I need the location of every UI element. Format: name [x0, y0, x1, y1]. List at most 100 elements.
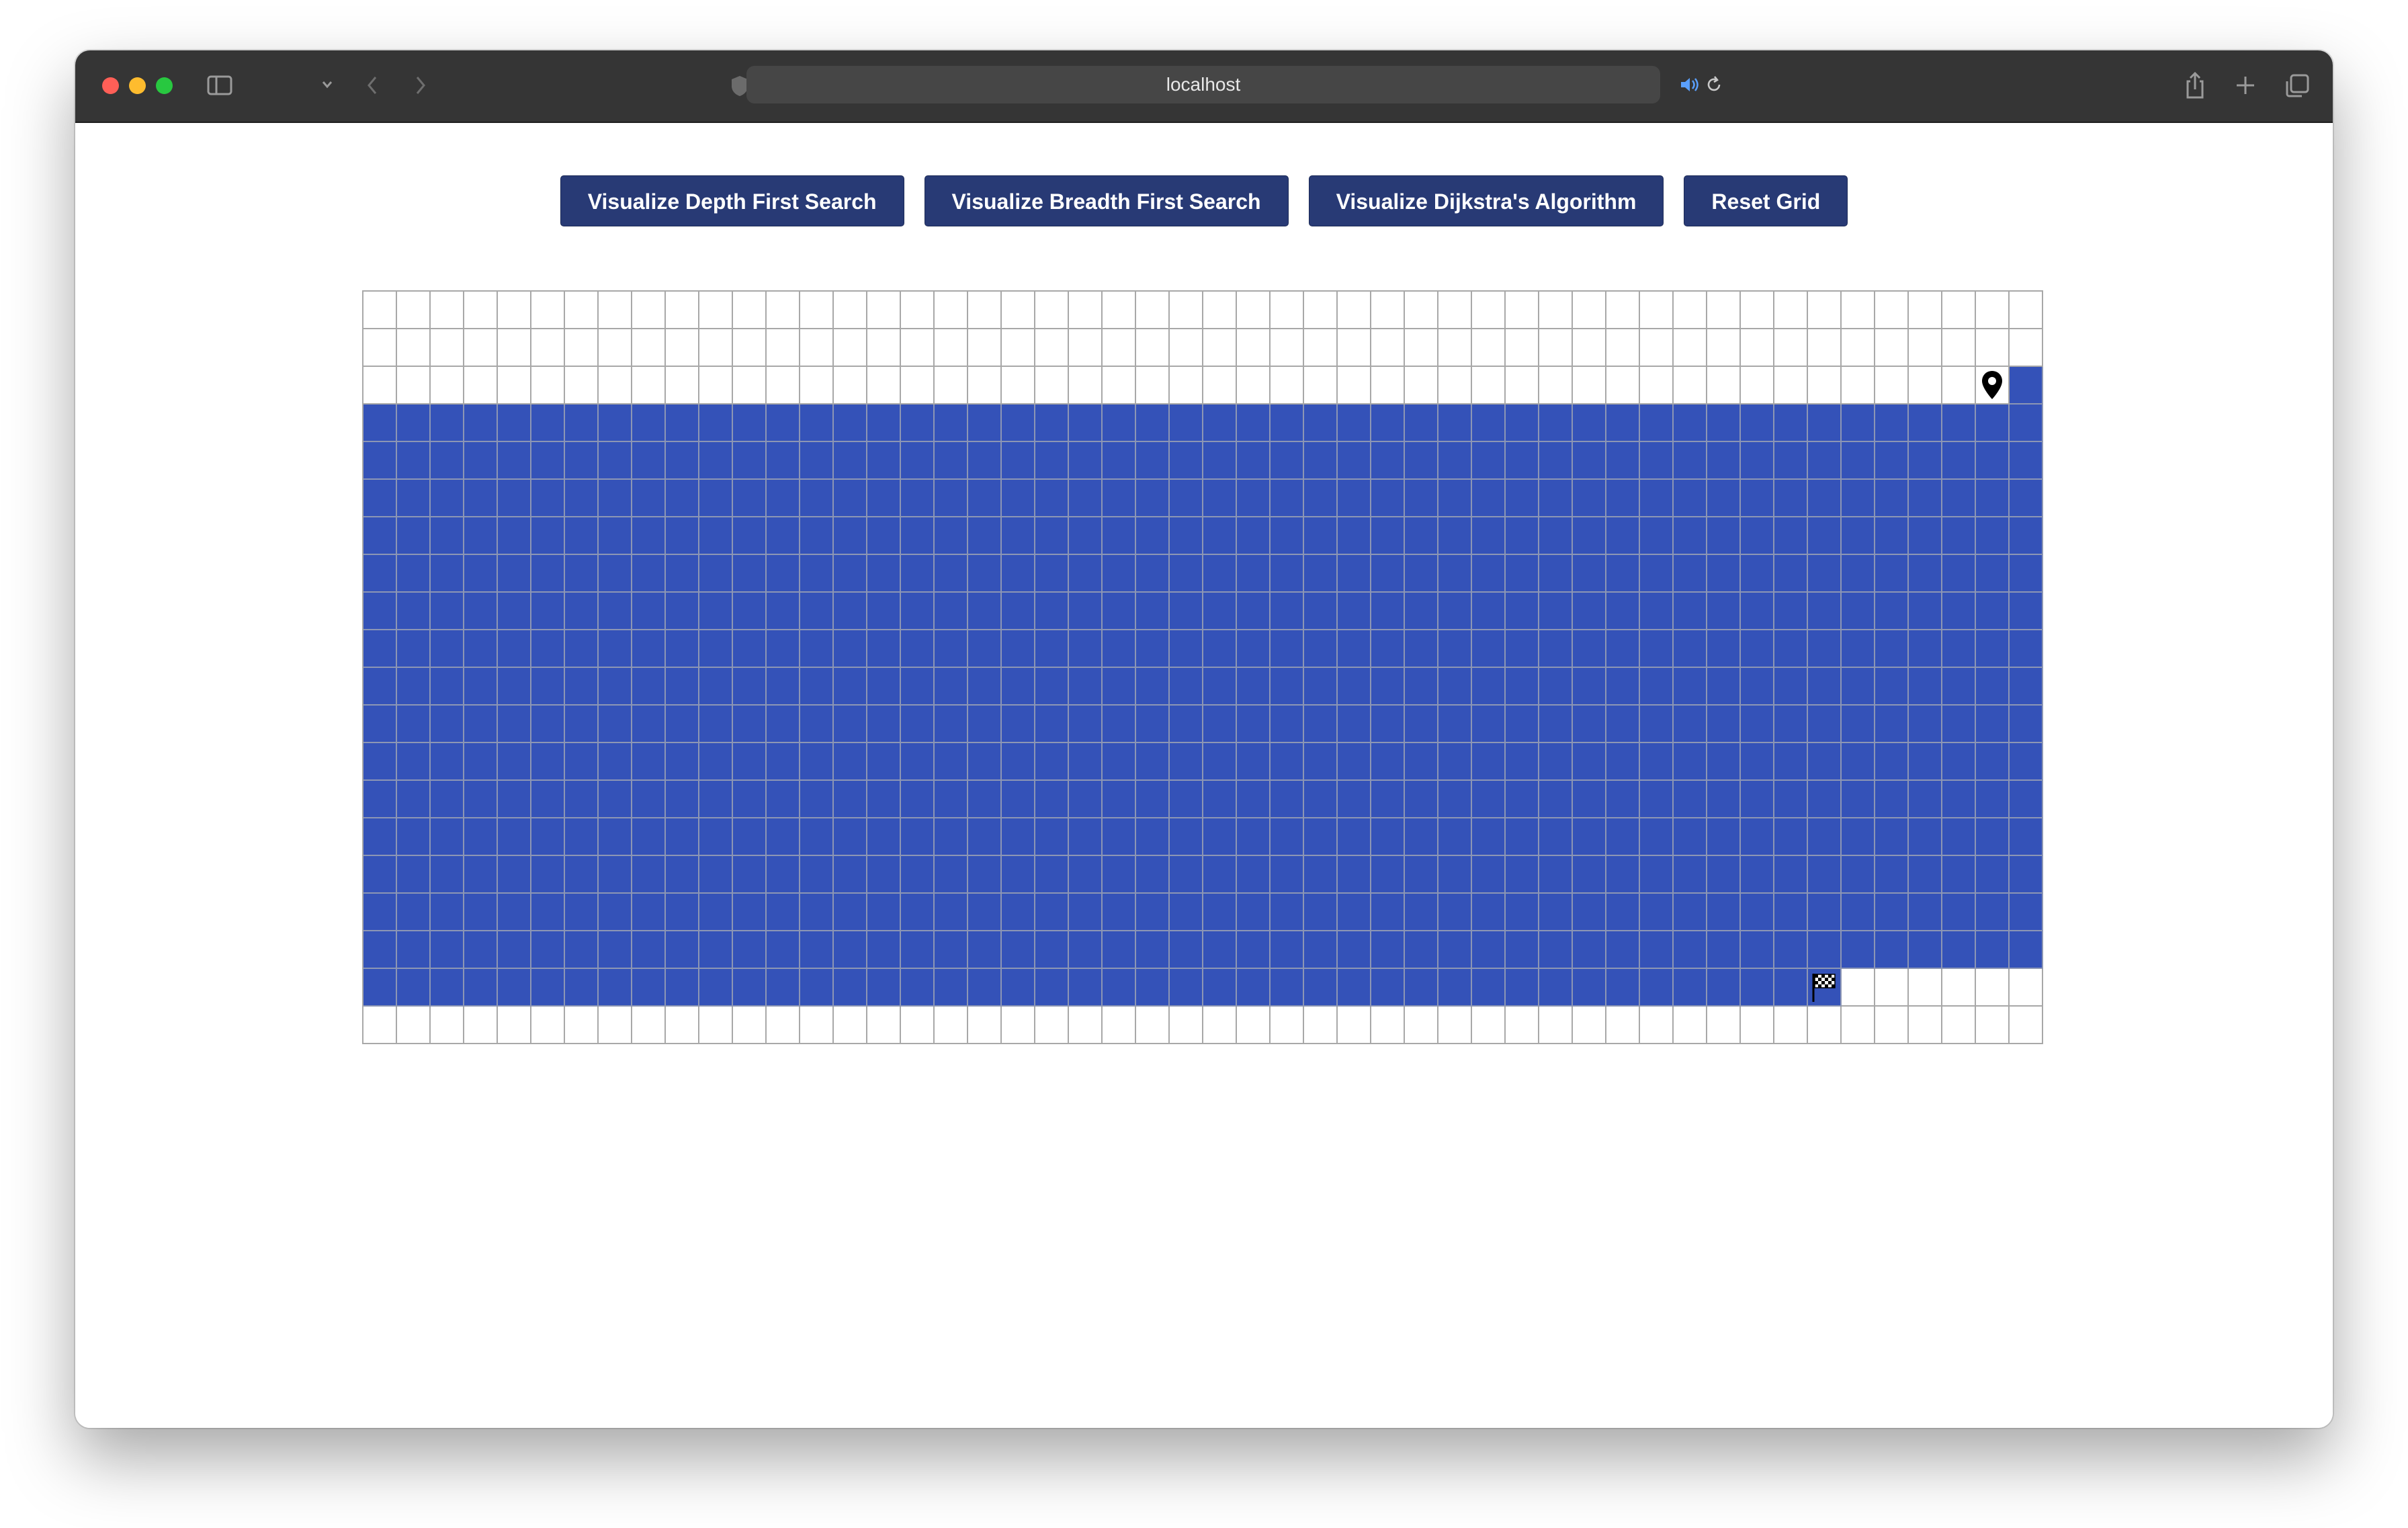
- grid-cell[interactable]: [800, 781, 834, 818]
- grid-cell[interactable]: [800, 630, 834, 668]
- grid-cell[interactable]: [1069, 781, 1103, 818]
- grid-cell[interactable]: [397, 442, 431, 480]
- grid-cell[interactable]: [1808, 480, 1842, 517]
- grid-cell[interactable]: [464, 1007, 498, 1044]
- grid-cell[interactable]: [767, 593, 800, 630]
- grid-cell[interactable]: [498, 856, 531, 894]
- grid-cell[interactable]: [1203, 781, 1237, 818]
- grid-cell[interactable]: [1069, 367, 1103, 405]
- grid-cell[interactable]: [363, 668, 397, 706]
- grid-cell[interactable]: [1472, 329, 1506, 367]
- grid-cell[interactable]: [800, 593, 834, 630]
- grid-cell[interactable]: [1338, 630, 1371, 668]
- grid-cell[interactable]: [363, 367, 397, 405]
- grid-cell[interactable]: [431, 480, 464, 517]
- grid-cell[interactable]: [464, 367, 498, 405]
- grid-cell[interactable]: [767, 555, 800, 593]
- grid-cell[interactable]: [363, 292, 397, 329]
- grid-cell[interactable]: [1506, 593, 1539, 630]
- grid-cell[interactable]: [1976, 856, 2010, 894]
- grid-cell[interactable]: [498, 743, 531, 781]
- grid-cell[interactable]: [531, 1007, 565, 1044]
- grid-cell[interactable]: [1237, 329, 1271, 367]
- grid-cell[interactable]: [1707, 781, 1741, 818]
- grid-cell[interactable]: [1069, 292, 1103, 329]
- grid-cell[interactable]: [1371, 292, 1405, 329]
- grid-cell[interactable]: [531, 292, 565, 329]
- grid-cell[interactable]: [1808, 630, 1842, 668]
- grid-cell[interactable]: [1539, 630, 1573, 668]
- grid-cell[interactable]: [565, 743, 599, 781]
- grid-cell[interactable]: [1203, 931, 1237, 969]
- grid-cell[interactable]: [1271, 1007, 1304, 1044]
- grid-cell[interactable]: [1035, 969, 1069, 1007]
- grid-cell[interactable]: [1707, 367, 1741, 405]
- grid-cell[interactable]: [1573, 555, 1606, 593]
- grid-cell[interactable]: [1271, 292, 1304, 329]
- grid-cell[interactable]: [1808, 781, 1842, 818]
- grid-cell[interactable]: [1035, 329, 1069, 367]
- grid-cell[interactable]: [834, 442, 867, 480]
- grid-cell[interactable]: [867, 668, 901, 706]
- grid-cell[interactable]: [1774, 442, 1808, 480]
- grid-cell[interactable]: [1774, 593, 1808, 630]
- grid-cell[interactable]: [1237, 405, 1271, 442]
- grid-cell[interactable]: [431, 931, 464, 969]
- grid-cell[interactable]: [1674, 743, 1707, 781]
- grid-cell[interactable]: [834, 593, 867, 630]
- grid-cell[interactable]: [1539, 442, 1573, 480]
- grid-cell[interactable]: [498, 818, 531, 856]
- grid-cell[interactable]: [599, 292, 632, 329]
- grid-cell[interactable]: [935, 969, 968, 1007]
- grid-cell[interactable]: [699, 405, 733, 442]
- grid-cell[interactable]: [1640, 706, 1674, 743]
- grid-cell[interactable]: [767, 818, 800, 856]
- grid-cell[interactable]: [1942, 818, 1976, 856]
- grid-cell[interactable]: [1271, 931, 1304, 969]
- grid-cell[interactable]: [1942, 969, 1976, 1007]
- grid-cell[interactable]: [1640, 856, 1674, 894]
- grid-cell[interactable]: [1774, 743, 1808, 781]
- grid-cell[interactable]: [1002, 856, 1035, 894]
- grid-cell[interactable]: [901, 668, 935, 706]
- grid-cell[interactable]: [1338, 292, 1371, 329]
- grid-cell[interactable]: [968, 329, 1002, 367]
- grid-cell[interactable]: [1371, 442, 1405, 480]
- grid-cell[interactable]: [733, 781, 767, 818]
- grid-cell[interactable]: [1438, 1007, 1472, 1044]
- grid-cell[interactable]: [1875, 969, 1909, 1007]
- grid-cell[interactable]: [1170, 367, 1203, 405]
- minimize-window-button[interactable]: [129, 77, 146, 94]
- grid-cell[interactable]: [1103, 818, 1136, 856]
- grid-cell[interactable]: [1069, 856, 1103, 894]
- grid-cell[interactable]: [1774, 329, 1808, 367]
- grid-cell[interactable]: [2010, 517, 2043, 555]
- grid-cell[interactable]: [431, 856, 464, 894]
- grid-cell[interactable]: [1069, 405, 1103, 442]
- grid-cell[interactable]: [1472, 480, 1506, 517]
- grid-cell[interactable]: [1304, 743, 1338, 781]
- grid-cell[interactable]: [1035, 630, 1069, 668]
- grid-cell[interactable]: [1338, 856, 1371, 894]
- grid-cell[interactable]: [1842, 856, 1875, 894]
- grid-cell[interactable]: [1069, 593, 1103, 630]
- grid-cell[interactable]: [1136, 856, 1170, 894]
- grid-cell[interactable]: [1875, 329, 1909, 367]
- grid-cell[interactable]: [1136, 1007, 1170, 1044]
- grid-cell[interactable]: [1338, 743, 1371, 781]
- grid-cell[interactable]: [1909, 894, 1942, 931]
- grid-cell[interactable]: [599, 969, 632, 1007]
- grid-cell[interactable]: [1606, 969, 1640, 1007]
- grid-cell[interactable]: [699, 668, 733, 706]
- grid-cell[interactable]: [1002, 480, 1035, 517]
- grid-cell[interactable]: [666, 405, 699, 442]
- grid-cell[interactable]: [1304, 894, 1338, 931]
- grid-cell[interactable]: [1170, 969, 1203, 1007]
- grid-cell[interactable]: [1875, 856, 1909, 894]
- grid-cell[interactable]: [1338, 969, 1371, 1007]
- grid-cell[interactable]: [464, 856, 498, 894]
- grid-cell[interactable]: [1707, 931, 1741, 969]
- grid-cell[interactable]: [1035, 593, 1069, 630]
- grid-cell[interactable]: [1942, 555, 1976, 593]
- grid-cell[interactable]: [1405, 480, 1438, 517]
